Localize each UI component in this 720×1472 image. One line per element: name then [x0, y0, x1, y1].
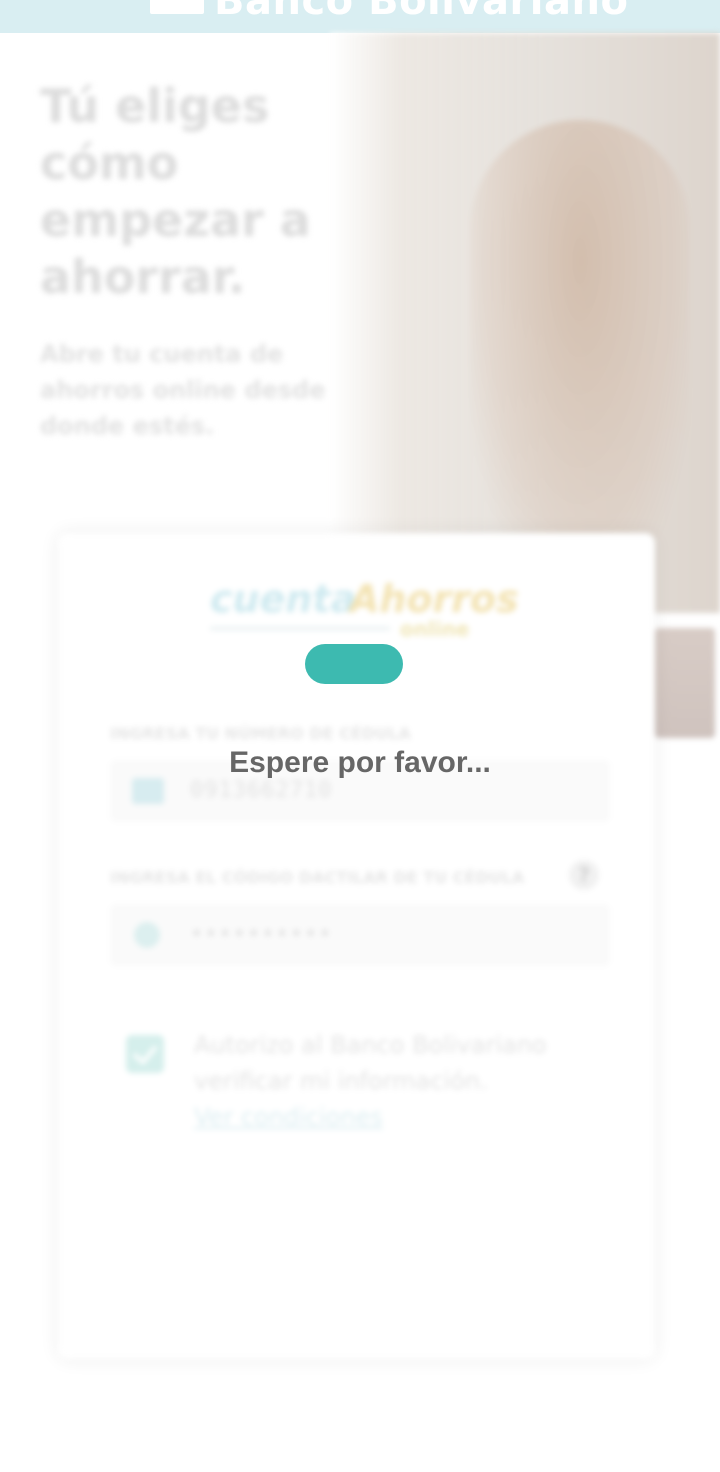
consent-checkbox[interactable]	[126, 1035, 164, 1073]
cedula-label: INGRESA TU NÚMERO DE CÉDULA	[110, 724, 411, 743]
page: Banco Bolivariano Tú eliges cómo empezar…	[0, 0, 720, 1472]
cedula-value: 0913662710	[190, 778, 333, 803]
consent-text: Autorizo al Banco Bolivariano verificar …	[194, 1027, 614, 1135]
conditions-link[interactable]: Ver condiciones	[194, 1103, 383, 1131]
id-card-icon	[132, 778, 164, 804]
loading-message: Espere por favor...	[229, 746, 491, 779]
dactilar-field[interactable]: ••••••••••	[110, 904, 610, 966]
cuenta-ahorros-online-logo: cuenta Ahorros online	[210, 565, 519, 645]
loading-spinner	[305, 644, 403, 684]
logo-underline	[210, 627, 390, 630]
blurred-background: Tú eliges cómo empezar a ahorrar. Abre t…	[0, 0, 720, 1472]
secondary-image	[655, 628, 715, 738]
hero-subtitle: Abre tu cuenta de ahorros online desde d…	[40, 340, 326, 440]
dactilar-value: ••••••••••	[190, 922, 333, 947]
dactilar-label: INGRESA EL CÓDIGO DACTILAR DE TU CÉDULA	[110, 868, 525, 887]
hero-person-image	[470, 120, 690, 590]
consent-statement: Autorizo al Banco Bolivariano verificar …	[194, 1031, 547, 1095]
logo-word-ahorros: Ahorros	[350, 577, 519, 621]
hero-title: Tú eliges cómo empezar a ahorrar.	[40, 79, 311, 304]
logo-word-cuenta: cuenta	[210, 577, 357, 621]
help-icon[interactable]: ?	[569, 860, 599, 890]
logo-word-online: online	[400, 617, 470, 641]
fingerprint-icon	[134, 922, 160, 948]
